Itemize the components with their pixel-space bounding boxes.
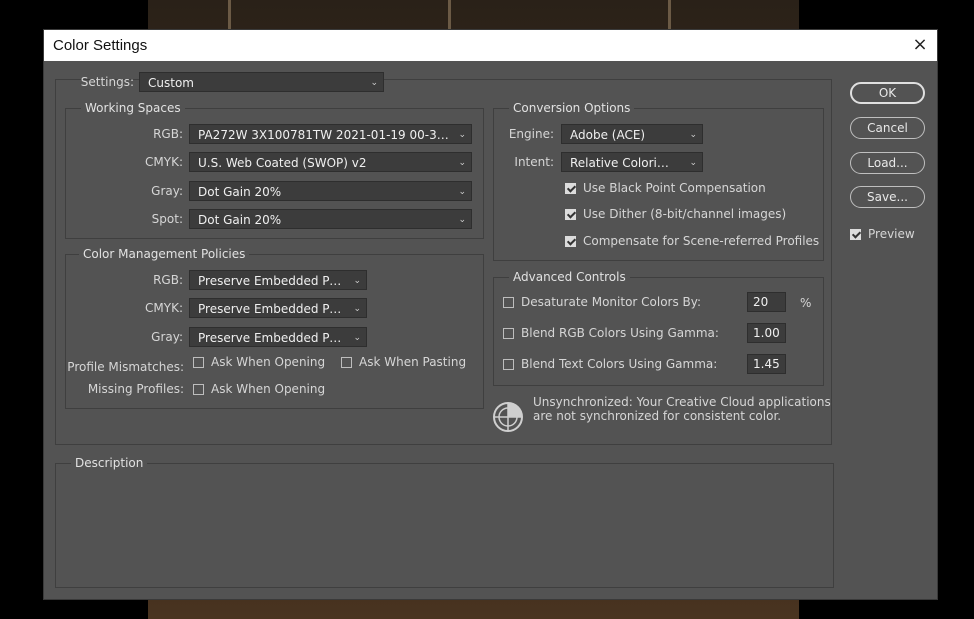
percent-unit: % [800,296,812,310]
black-point-checkbox[interactable] [565,183,576,194]
policy-gray-label: Gray: [151,330,183,344]
load-button[interactable]: Load... [850,152,925,174]
blend-rgb-checkbox[interactable] [503,328,514,339]
desaturate-input[interactable]: 20 [747,292,786,312]
sync-message-line1: Unsynchronized: Your Creative Cloud appl… [533,395,831,409]
dither-checkbox[interactable] [565,209,576,220]
settings-value: Custom [148,76,194,90]
ws-rgb-label: RGB: [153,127,183,141]
chevron-down-icon: ⌄ [458,158,466,168]
ask-opening-missing-checkbox[interactable] [193,384,204,395]
preview-checkbox[interactable] [850,229,861,240]
preview-label: Preview [868,227,915,241]
cancel-button[interactable]: Cancel [850,117,925,139]
engine-dropdown[interactable]: Adobe (ACE) ⌄ [561,124,703,144]
policies-legend: Color Management Policies [79,247,250,261]
ask-opening-mismatch-label: Ask When Opening [211,355,326,369]
ws-gray-dropdown[interactable]: Dot Gain 20% ⌄ [189,181,472,201]
blend-rgb-label: Blend RGB Colors Using Gamma: [521,326,719,340]
desaturate-checkbox[interactable] [503,297,514,308]
conversion-options-legend: Conversion Options [509,101,635,115]
ask-opening-missing-label: Ask When Opening [211,382,326,396]
policy-cmyk-value: Preserve Embedded Profiles [198,302,344,316]
working-spaces-legend: Working Spaces [81,101,185,115]
chevron-down-icon: ⌄ [353,333,361,343]
scene-referred-checkbox[interactable] [565,236,576,247]
ask-pasting-label: Ask When Pasting [359,355,467,369]
ws-spot-dropdown[interactable]: Dot Gain 20% ⌄ [189,209,472,229]
chevron-down-icon: ⌄ [458,130,466,140]
policy-cmyk-label: CMYK: [145,301,183,315]
engine-value: Adobe (ACE) [570,128,646,142]
chevron-down-icon: ⌄ [458,187,466,197]
ws-cmyk-label: CMYK: [145,155,183,169]
blend-text-input[interactable]: 1.45 [747,354,786,374]
description-legend: Description [71,456,148,470]
chevron-down-icon: ⌄ [689,158,697,168]
ask-opening-mismatch-checkbox[interactable] [193,357,204,368]
titlebar: Color Settings × [44,30,937,61]
chevron-down-icon: ⌄ [689,130,697,140]
color-sync-icon [493,402,523,432]
intent-value: Relative Colorimetric [570,156,680,170]
ws-spot-label: Spot: [151,212,183,226]
scene-referred-label: Compensate for Scene-referred Profiles [583,234,820,248]
save-button[interactable]: Save... [850,186,925,208]
blend-text-checkbox[interactable] [503,359,514,370]
missing-profiles-label: Missing Profiles: [87,382,184,396]
policy-gray-value: Preserve Embedded Profiles [198,331,344,345]
ws-gray-value: Dot Gain 20% [198,185,282,199]
chevron-down-icon: ⌄ [353,276,361,286]
dialog-title: Color Settings [53,37,148,54]
blend-text-label: Blend Text Colors Using Gamma: [521,357,718,371]
ws-gray-label: Gray: [151,184,183,198]
background-detail [668,0,671,30]
intent-label: Intent: [514,155,554,169]
policy-rgb-dropdown[interactable]: Preserve Embedded Profiles ⌄ [189,270,367,290]
chevron-down-icon: ⌄ [370,78,378,88]
sync-message: Unsynchronized: Your Creative Cloud appl… [533,395,831,423]
chevron-down-icon: ⌄ [458,215,466,225]
advanced-controls-legend: Advanced Controls [509,270,630,284]
policy-cmyk-dropdown[interactable]: Preserve Embedded Profiles ⌄ [189,298,367,318]
ws-rgb-dropdown[interactable]: PA272W 3X100781TW 2021-01-19 00-39 D65..… [189,124,472,144]
profile-mismatches-label: Profile Mismatches: [67,360,184,374]
ok-button[interactable]: OK [850,82,925,104]
settings-label: Settings: [80,75,134,89]
dither-label: Use Dither (8-bit/channel images) [583,207,787,221]
policy-rgb-value: Preserve Embedded Profiles [198,274,344,288]
chevron-down-icon: ⌄ [353,304,361,314]
desaturate-label: Desaturate Monitor Colors By: [521,295,702,309]
ws-spot-value: Dot Gain 20% [198,213,282,227]
ask-pasting-checkbox[interactable] [341,357,352,368]
blend-rgb-input[interactable]: 1.00 [747,323,786,343]
black-point-label: Use Black Point Compensation [583,181,766,195]
settings-dropdown[interactable]: Custom ⌄ [139,72,384,92]
sync-message-line2: are not synchronized for consistent colo… [533,409,782,423]
ws-cmyk-value: U.S. Web Coated (SWOP) v2 [198,156,367,170]
description-group [55,463,834,588]
ws-cmyk-dropdown[interactable]: U.S. Web Coated (SWOP) v2 ⌄ [189,152,472,172]
color-settings-dialog: Color Settings × Settings: Custom ⌄ Work… [44,30,937,599]
policy-rgb-label: RGB: [153,273,183,287]
close-button[interactable]: × [909,34,931,56]
policy-gray-dropdown[interactable]: Preserve Embedded Profiles ⌄ [189,327,367,347]
background-detail [448,0,451,30]
ws-rgb-value: PA272W 3X100781TW 2021-01-19 00-39 D65..… [198,128,449,142]
intent-dropdown[interactable]: Relative Colorimetric ⌄ [561,152,703,172]
engine-label: Engine: [508,127,554,141]
background-detail [228,0,231,30]
